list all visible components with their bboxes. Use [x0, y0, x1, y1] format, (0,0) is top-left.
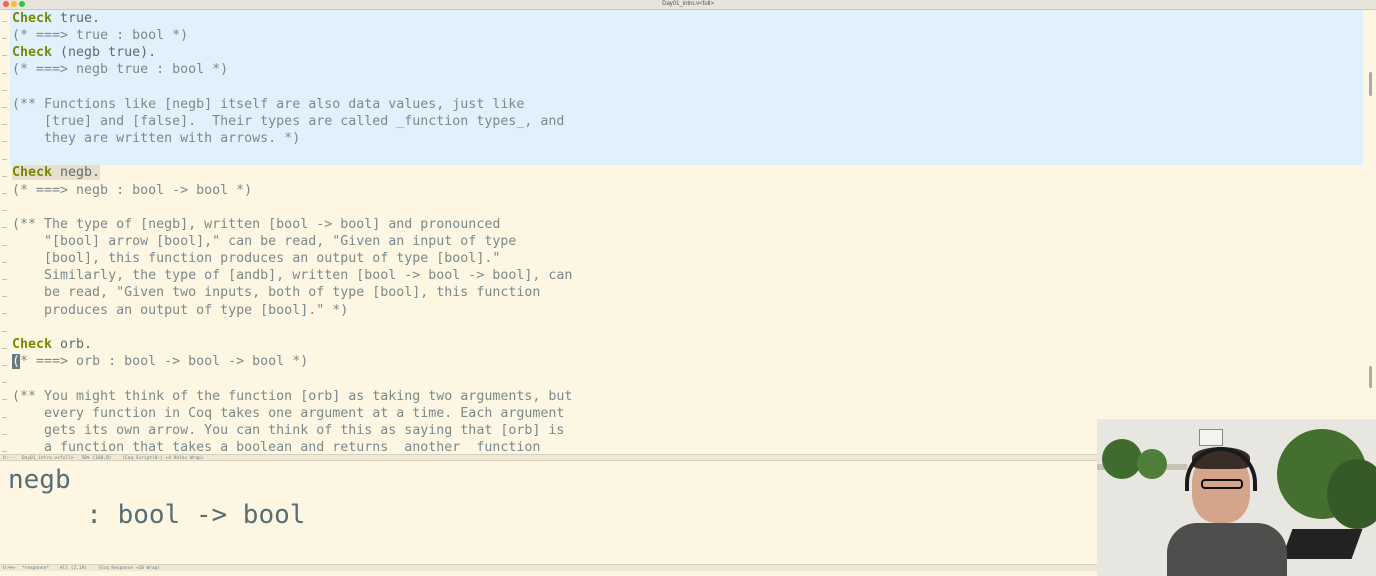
code-line: Check true. — [12, 11, 101, 26]
gutter-mark — [2, 365, 7, 366]
gutter-mark — [2, 330, 7, 332]
scrollbar-thumb-secondary[interactable] — [1369, 366, 1372, 388]
plant — [1137, 449, 1167, 479]
person-body — [1167, 523, 1287, 576]
response-type: : bool -> bool — [8, 500, 306, 530]
glasses — [1201, 479, 1243, 489]
gutter-mark — [2, 141, 7, 143]
comment-line: gets its own arrow. You can think of thi… — [12, 423, 565, 438]
code-line: Check (negb true). — [12, 45, 157, 60]
comment-line: (** You might think of the function [orb… — [12, 389, 573, 404]
gutter-mark — [2, 416, 7, 418]
gutter-mark — [2, 296, 7, 298]
code-line: Check orb. — [12, 337, 93, 352]
response-term: negb — [8, 465, 71, 495]
window-title: Day01_intro.v<full> — [662, 1, 714, 7]
gutter-mark — [2, 89, 7, 91]
comment-line: Similarly, the type of [andb], written [… — [12, 268, 573, 283]
gutter-mark — [2, 261, 7, 263]
comment-line: be read, "Given two inputs, both of type… — [12, 285, 541, 300]
plant — [1102, 439, 1142, 479]
wall-picture — [1199, 429, 1223, 446]
gutter-mark — [2, 107, 7, 108]
gutter-mark — [2, 210, 7, 212]
gutter-mark — [2, 124, 7, 126]
gutter-mark — [2, 382, 7, 384]
comment-line: [bool], this function produces an output… — [12, 251, 501, 266]
gutter-mark — [2, 347, 7, 349]
text-cursor: ( — [12, 354, 21, 369]
comment-line: (* ===> negb true : bool *) — [12, 62, 229, 77]
gutter-mark — [2, 451, 7, 452]
gutter-mark — [2, 72, 7, 74]
gutter-mark — [2, 433, 7, 435]
gutter-mark — [2, 193, 7, 194]
comment-line: [true] and [false]. Their types are call… — [12, 114, 565, 129]
window-titlebar: Day01_intro.v<full> — [0, 0, 1376, 10]
comment-line: (* ===> orb : bool -> bool -> bool *) — [12, 354, 309, 369]
comment-line: (** The type of [negb], written [bool ->… — [12, 217, 501, 232]
gutter-mark — [2, 279, 7, 280]
comment-line: (** Functions like [negb] itself are als… — [12, 97, 525, 112]
line-gutter — [0, 10, 10, 454]
comment-line: "[bool] arrow [bool]," can be read, "Giv… — [12, 234, 517, 249]
comment-line: (* ===> negb : bool -> bool *) — [12, 183, 253, 198]
code-line: Check negb. — [12, 165, 101, 180]
gutter-mark — [2, 175, 7, 177]
comment-line: they are written with arrows. *) — [12, 131, 301, 146]
gutter-mark — [2, 313, 7, 315]
comment-line: (* ===> true : bool *) — [12, 28, 189, 43]
webcam-overlay — [1097, 419, 1376, 576]
gutter-mark — [2, 399, 7, 401]
comment-line: produces an output of type [bool]." *) — [12, 303, 349, 318]
gutter-mark — [2, 158, 7, 160]
comment-line: a function that takes a boolean and retu… — [12, 440, 541, 454]
scrollbar-thumb[interactable] — [1369, 72, 1372, 96]
gutter-mark — [2, 38, 7, 40]
gutter-mark — [2, 227, 7, 229]
comment-line: every function in Coq takes one argument… — [12, 406, 565, 421]
gutter-mark — [2, 21, 7, 22]
coq-script-editor[interactable]: Check true. (* ===> true : bool *) Check… — [0, 10, 1376, 454]
gutter-mark — [2, 55, 7, 57]
keyboard — [1281, 529, 1363, 559]
gutter-mark — [2, 244, 7, 246]
